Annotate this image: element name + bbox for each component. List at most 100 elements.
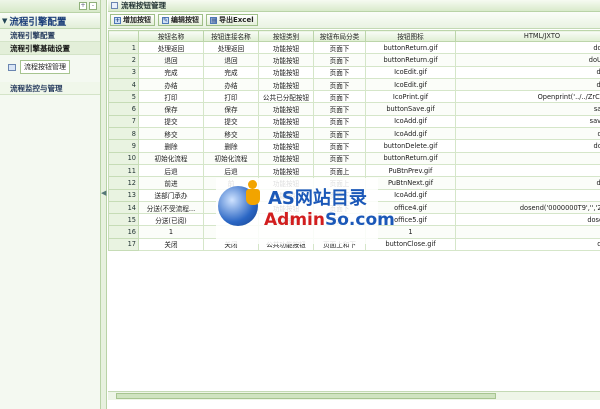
table-cell[interactable]: 处理返回 <box>138 40 204 55</box>
table-cell[interactable]: 打印 <box>138 90 204 104</box>
table-cell[interactable]: 后退 <box>203 163 259 178</box>
table-cell[interactable]: doClose( <box>455 237 600 252</box>
nav-root-header[interactable]: ▼ 流程引擎配置 <box>0 13 100 29</box>
table-cell[interactable]: 页面下 <box>313 90 366 104</box>
table-row[interactable]: 4办结办结功能按钮页面下IcoEdit.gifdoFinish( <box>108 77 600 92</box>
table-row[interactable]: 11后退后退功能按钮页面上PuBtnPrev.gifdoUp(); <box>108 163 600 178</box>
table-cell[interactable]: 初始化流程 <box>138 151 204 165</box>
panel-splitter[interactable]: ◀ <box>101 0 107 409</box>
table-cell[interactable]: 功能按钮 <box>258 114 314 129</box>
table-cell[interactable]: 页面下 <box>313 53 366 67</box>
table-cell[interactable]: IcoAdd.gif <box>365 114 456 129</box>
table-cell[interactable]: PuBtnNext.gif <box>365 176 456 190</box>
table-cell[interactable]: 退回 <box>138 53 204 67</box>
table-row[interactable]: 6保存保存功能按钮页面下buttonSave.gifsaveCell(' <box>108 102 600 116</box>
table-cell[interactable]: 处理返回 <box>203 40 259 55</box>
table-cell[interactable]: 前进 <box>138 176 204 190</box>
column-header[interactable]: 按钮连接名称 <box>203 30 259 42</box>
column-header[interactable]: 按钮布局分类 <box>313 30 366 42</box>
table-cell[interactable]: buttonSave.gif <box>365 102 456 116</box>
export-excel-button[interactable]: ▦ 导出Excel <box>206 14 258 26</box>
table-cell[interactable]: IcoPrint.gif <box>365 90 456 104</box>
column-header[interactable]: 按钮图标 <box>365 30 456 42</box>
table-cell[interactable]: 页面下 <box>313 151 366 165</box>
table-cell[interactable]: buttonReturn.gif <box>365 40 456 55</box>
table-cell[interactable]: IcoEdit.gif <box>365 77 456 92</box>
table-cell[interactable]: 页面上 <box>313 163 366 178</box>
table-cell[interactable]: dosend('0000000T9','','2','','0');/ <box>455 200 600 215</box>
table-cell[interactable] <box>455 225 600 239</box>
scrollbar-thumb[interactable] <box>116 393 496 399</box>
table-cell[interactable]: 送部门承办 <box>138 188 204 202</box>
table-row[interactable]: 5 打印 打印 公共已分配按钮 页面下 IcoPrint.gif Openprint('..… <box>108 90 600 104</box>
table-cell[interactable]: IcoAdd.gif <box>365 188 456 202</box>
table-cell[interactable]: doDelete( <box>455 139 600 153</box>
table-cell[interactable]: 提交 <box>138 114 204 129</box>
table-cell[interactable]: 公共已分配按钮 <box>258 90 314 104</box>
table-row[interactable]: 2退回退回功能按钮页面下buttonReturn.gifdoUntread( <box>108 53 600 67</box>
table-cell[interactable]: 移交 <box>138 127 204 141</box>
table-cell[interactable]: 完成 <box>203 65 259 79</box>
table-row[interactable]: 8移交移交功能按钮页面下IcoAdd.gifdevolve( <box>108 127 600 141</box>
table-row[interactable]: 9删除删除功能按钮页面下buttonDelete.gifdoDelete( <box>108 139 600 153</box>
table-cell[interactable]: 完成 <box>138 65 204 79</box>
expand-icon[interactable]: + <box>79 2 87 10</box>
table-cell[interactable]: 功能按钮 <box>258 102 314 116</box>
table-cell[interactable]: 分送(已阅) <box>138 213 204 227</box>
table-cell[interactable]: 1 <box>138 225 204 239</box>
column-header[interactable]: HTML/JXTO <box>455 30 600 42</box>
table-cell[interactable]: 分送(不受流程... <box>138 200 204 215</box>
table-row[interactable]: 1处理返回处理返回功能按钮页面下buttonReturn.gifdoReturn… <box>108 40 600 55</box>
table-cell[interactable]: 关闭 <box>138 237 204 252</box>
table-cell[interactable]: doUp(); <box>455 163 600 178</box>
table-cell[interactable]: 删除 <box>203 139 259 153</box>
table-cell[interactable]: doReturn( <box>455 40 600 55</box>
table-cell[interactable]: 办结 <box>138 77 204 92</box>
table-cell[interactable]: saveCell('2 <box>455 114 600 129</box>
table-cell[interactable]: dodept( <box>455 188 600 202</box>
table-cell[interactable]: 页面下 <box>313 77 366 92</box>
table-cell[interactable]: 保存 <box>138 102 204 116</box>
table-cell[interactable]: 删除 <box>138 139 204 153</box>
table-cell[interactable]: 功能按钮 <box>258 40 314 55</box>
table-cell[interactable]: buttonReturn.gif <box>365 151 456 165</box>
edit-button[interactable]: ✎ 编辑按钮 <box>158 14 203 26</box>
table-cell[interactable]: 提交 <box>203 114 259 129</box>
add-button[interactable]: + 增加按钮 <box>110 14 155 26</box>
table-cell[interactable]: 功能按钮 <box>258 77 314 92</box>
table-cell[interactable]: 页面下 <box>313 139 366 153</box>
table-cell[interactable]: 页面下 <box>313 65 366 79</box>
table-cell[interactable]: saveCell(' <box>455 102 600 116</box>
table-row[interactable]: 10初始化流程初始化流程功能按钮页面下buttonReturn.gifdoIni… <box>108 151 600 165</box>
table-cell[interactable]: doUntread( <box>455 53 600 67</box>
table-cell[interactable]: dosendFinis <box>455 213 600 227</box>
table-cell[interactable]: 功能按钮 <box>258 65 314 79</box>
table-cell[interactable]: 页面下 <box>313 40 366 55</box>
table-cell[interactable]: 页面下 <box>313 102 366 116</box>
table-cell[interactable]: 办结 <box>203 77 259 92</box>
table-cell[interactable]: Openprint('../../ZrCellEngin <box>455 90 600 104</box>
table-cell[interactable]: buttonClose.gif <box>365 237 456 252</box>
nav-item-button-manage[interactable]: 流程按钮管理 <box>4 59 97 75</box>
table-cell[interactable]: devolve( <box>455 127 600 141</box>
table-cell[interactable]: doFinish( <box>455 65 600 79</box>
table-row[interactable]: 3完成完成功能按钮页面下IcoEdit.gifdoFinish( <box>108 65 600 79</box>
collapse-icon[interactable]: - <box>89 2 97 10</box>
table-cell[interactable]: 功能按钮 <box>258 163 314 178</box>
table-cell[interactable]: 功能按钮 <box>258 151 314 165</box>
column-header[interactable]: 按钮类别 <box>258 30 314 42</box>
table-cell[interactable]: 保存 <box>203 102 259 116</box>
table-cell[interactable]: 功能按钮 <box>258 127 314 141</box>
table-cell[interactable]: 页面下 <box>313 114 366 129</box>
table-cell[interactable]: doInit( <box>455 151 600 165</box>
collapse-arrow-icon[interactable]: ◀ <box>101 189 106 203</box>
column-header[interactable]: 按钮名称 <box>138 30 204 42</box>
table-cell[interactable]: 打印 <box>203 90 259 104</box>
table-cell[interactable]: PuBtnPrev.gif <box>365 163 456 178</box>
table-cell[interactable]: 初始化流程 <box>203 151 259 165</box>
nav-section-base-settings[interactable]: 流程引擎基础设置 <box>0 42 100 55</box>
column-header[interactable] <box>108 30 139 42</box>
table-cell[interactable]: buttonDelete.gif <box>365 139 456 153</box>
horizontal-scrollbar[interactable] <box>108 391 600 400</box>
table-cell[interactable]: 后退 <box>138 163 204 178</box>
